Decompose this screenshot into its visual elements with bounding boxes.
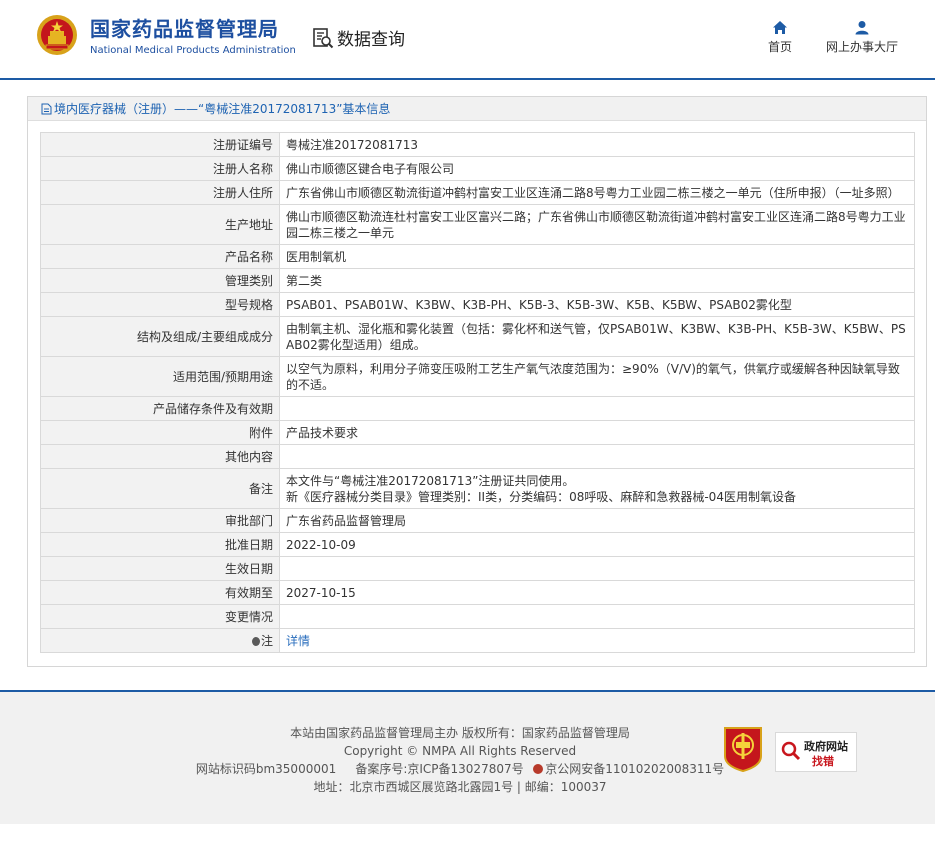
table-row: 产品名称 医用制氧机 [40, 244, 915, 269]
field-label: 备注 [40, 468, 280, 509]
field-value: 由制氧主机、湿化瓶和雾化装置（包括：雾化杯和送气管，仅PSAB01W、K3BW、… [279, 316, 915, 357]
table-row: 生效日期 [40, 556, 915, 581]
brand-title-en: National Medical Products Administration [90, 45, 296, 56]
field-label: 适用范围/预期用途 [40, 356, 280, 397]
table-row: 型号规格 PSAB01、PSAB01W、K3BW、K3B-PH、K5B-3、K5… [40, 292, 915, 317]
field-value: 详情 [279, 628, 915, 653]
footer-sponsor: 本站由国家药品监督管理局主办 版权所有：国家药品监督管理局 [290, 726, 630, 740]
table-row: 生产地址 佛山市顺德区勒流连杜村富安工业区富兴二路；广东省佛山市顺德区勒流街道冲… [40, 204, 915, 245]
brand[interactable]: 国家药品监督管理局 National Medical Products Admi… [90, 17, 296, 58]
field-value: 本文件与“粤械注准20172081713”注册证共同使用。 新《医疗器械分类目录… [279, 468, 915, 509]
footer-registration: 网站标识码bm35000001 备案序号:京ICP备13027807号 京公网安… [180, 760, 740, 778]
table-row: 注册人住所 广东省佛山市顺德区勒流街道冲鹤村富安工业区连涌二路8号粤力工业园二栋… [40, 180, 915, 205]
note-label: 注 [260, 633, 273, 648]
nav-online-service-hall[interactable]: 网上办事大厅 [822, 20, 902, 55]
table-row: 批准日期 2022-10-09 [40, 532, 915, 557]
badge-subtitle: 找错 [812, 755, 834, 768]
table-row: 有效期至 2027-10-15 [40, 580, 915, 605]
field-value: 广东省佛山市顺德区勒流街道冲鹤村富安工业区连涌二路8号粤力工业园二栋三楼之一单元… [279, 180, 915, 205]
nav-online-service-hall-label: 网上办事大厅 [825, 40, 898, 54]
table-row: 其他内容 [40, 444, 915, 469]
field-label: 结构及组成/主要组成成分 [40, 316, 280, 357]
footer-address: 地址：北京市西城区展览路北露园1号 | 邮编：100037 [313, 780, 607, 794]
panel-title-text: 境内医疗器械（注册）——“粤械注准20172081713”基本信息 [54, 101, 391, 116]
panel-title: 境内医疗器械（注册）——“粤械注准20172081713”基本信息 [28, 97, 926, 121]
field-value: 医用制氧机 [279, 244, 915, 269]
field-value [279, 396, 915, 421]
table-row: 注册人名称 佛山市顺德区键合电子有限公司 [40, 156, 915, 181]
field-value: 2022-10-09 [279, 532, 915, 557]
table-row: 适用范围/预期用途 以空气为原料，利用分子筛变压吸附工艺生产氧气浓度范围为：≥9… [40, 356, 915, 397]
site-header: 国家药品监督管理局 National Medical Products Admi… [0, 0, 935, 80]
table-row: 注册证编号 粤械注准20172081713 [40, 132, 915, 157]
data-query-title: 数据查询 [312, 25, 405, 50]
remark-line-2: 新《医疗器械分类目录》管理类别：II类，分类编码：08呼吸、麻醉和急救器械-04… [286, 489, 796, 504]
document-icon [41, 103, 52, 114]
data-query-label: 数据查询 [337, 30, 405, 50]
field-value: 佛山市顺德区键合电子有限公司 [279, 156, 915, 181]
note-icon [251, 636, 260, 646]
field-label: 管理类别 [40, 268, 280, 293]
field-label: 产品储存条件及有效期 [40, 396, 280, 421]
registration-detail-panel: 境内医疗器械（注册）——“粤械注准20172081713”基本信息 注册证编号 … [27, 96, 927, 667]
remark-line-1: 本文件与“粤械注准20172081713”注册证共同使用。 [286, 473, 575, 488]
field-label: 注册人住所 [40, 180, 280, 205]
field-label: 审批部门 [40, 508, 280, 533]
footer-copyright: Copyright © NMPA All Rights Reserved [343, 744, 577, 758]
field-label: 变更情况 [40, 604, 280, 629]
field-value: 产品技术要求 [279, 420, 915, 445]
field-label: 注 [40, 628, 280, 653]
field-value: 以空气为原料，利用分子筛变压吸附工艺生产氧气浓度范围为：≥90%（V/V)的氧气… [279, 356, 915, 397]
table-row: 产品储存条件及有效期 [40, 396, 915, 421]
site-footer: 本站由国家药品监督管理局主办 版权所有：国家药品监督管理局 Copyright … [0, 690, 935, 824]
field-value: 广东省药品监督管理局 [279, 508, 915, 533]
public-security-link[interactable]: 京公网安备11010202008311号 [545, 762, 724, 776]
field-value [279, 556, 915, 581]
brand-title-cn: 国家药品监督管理局 [90, 17, 279, 41]
field-label: 批准日期 [40, 532, 280, 557]
field-label: 其他内容 [40, 444, 280, 469]
field-label: 有效期至 [40, 580, 280, 605]
home-icon [773, 21, 787, 34]
field-value: PSAB01、PSAB01W、K3BW、K3B-PH、K5B-3、K5B-3W、… [279, 292, 915, 317]
field-label: 注册证编号 [40, 132, 280, 157]
table-row: 审批部门 广东省药品监督管理局 [40, 508, 915, 533]
field-label: 附件 [40, 420, 280, 445]
table-row: 管理类别 第二类 [40, 268, 915, 293]
nav-home-label: 首页 [767, 40, 792, 54]
government-site-error-report-badge[interactable]: 政府网站 找错 [775, 732, 857, 772]
details-link[interactable]: 详情 [286, 634, 310, 648]
police-badge-icon [533, 764, 544, 774]
field-value: 佛山市顺德区勒流连杜村富安工业区富兴二路；广东省佛山市顺德区勒流街道冲鹤村富安工… [279, 204, 915, 245]
field-label: 生效日期 [40, 556, 280, 581]
table-row: 结构及组成/主要组成成分 由制氧主机、湿化瓶和雾化装置（包括：雾化杯和送气管，仅… [40, 316, 915, 357]
registration-info-table: 注册证编号 粤械注准20172081713 注册人名称 佛山市顺德区键合电子有限… [40, 132, 915, 653]
magnifier-icon [781, 741, 801, 761]
field-label: 产品名称 [40, 244, 280, 269]
field-value: 粤械注准20172081713 [279, 132, 915, 157]
field-value: 第二类 [279, 268, 915, 293]
site-id: 网站标识码bm35000001 [195, 762, 337, 776]
document-search-icon [313, 27, 334, 48]
field-label: 注册人名称 [40, 156, 280, 181]
footer-text: 本站由国家药品监督管理局主办 版权所有：国家药品监督管理局 Copyright … [180, 724, 740, 796]
table-row: 变更情况 [40, 604, 915, 629]
field-value [279, 604, 915, 629]
field-label: 生产地址 [40, 204, 280, 245]
table-row: 注 详情 [40, 628, 915, 653]
national-emblem-logo[interactable] [36, 14, 78, 56]
table-row: 附件 产品技术要求 [40, 420, 915, 445]
icp-link[interactable]: 备案序号:京ICP备13027807号 [355, 762, 523, 776]
badge-title: 政府网站 [804, 740, 848, 753]
field-value [279, 444, 915, 469]
user-icon [855, 21, 869, 35]
party-government-badge-icon[interactable] [722, 726, 764, 772]
nav-home[interactable]: 首页 [764, 20, 796, 55]
field-label: 型号规格 [40, 292, 280, 317]
table-row: 备注 本文件与“粤械注准20172081713”注册证共同使用。 新《医疗器械分… [40, 468, 915, 509]
field-value: 2027-10-15 [279, 580, 915, 605]
